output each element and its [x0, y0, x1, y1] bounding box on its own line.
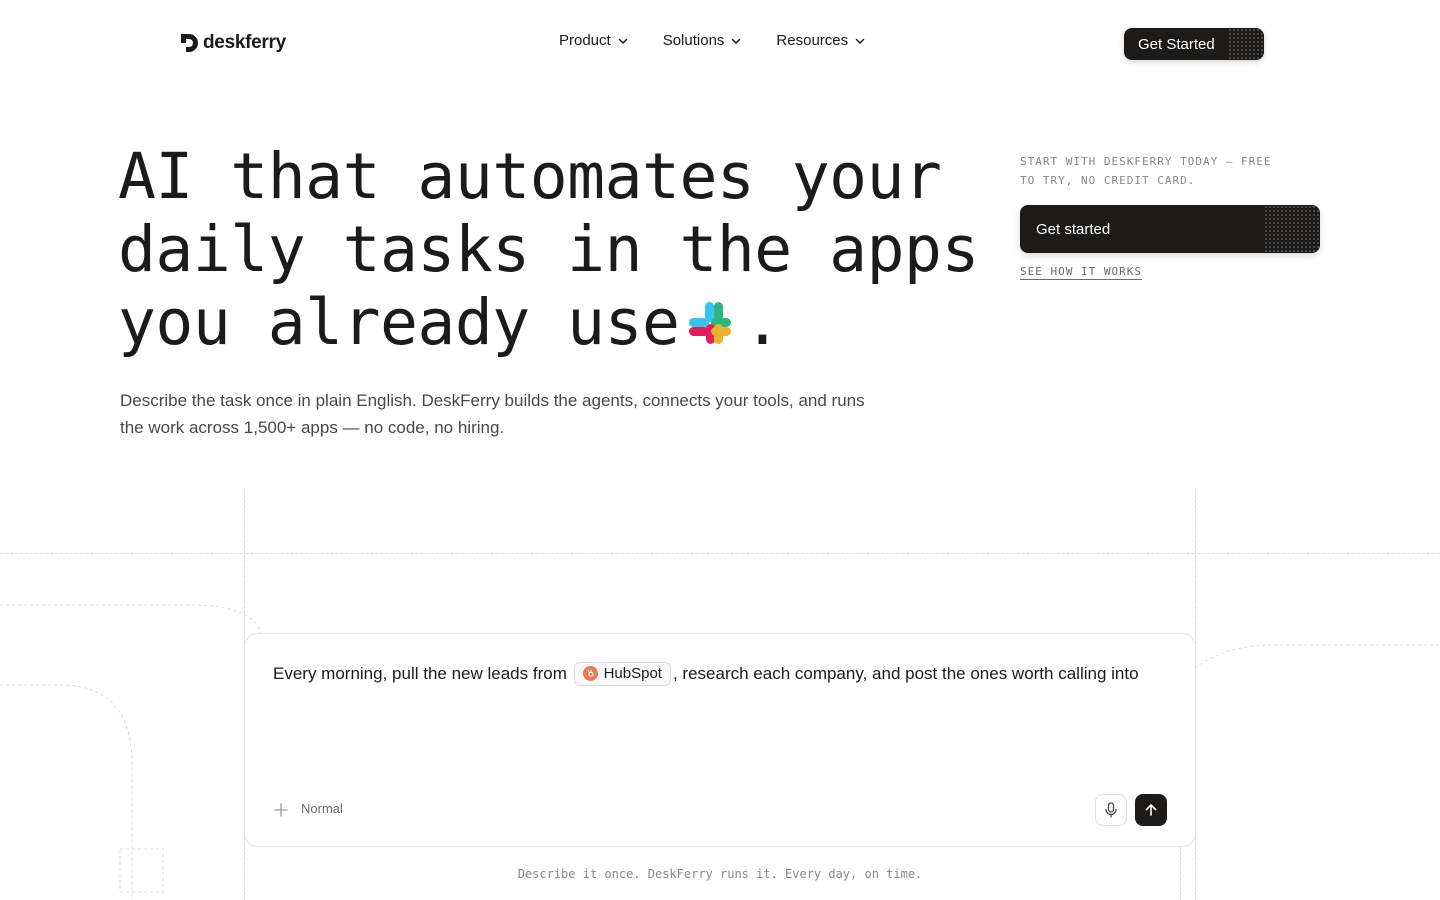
chevron-down-icon — [732, 38, 741, 44]
brand-logo[interactable]: deskferry — [180, 32, 286, 54]
prompt-footnote: Describe it once. DeskFerry runs it. Eve… — [517, 867, 923, 881]
dot-pattern — [1228, 28, 1264, 60]
nav-item-label: Solutions — [662, 32, 725, 49]
nav-item-label: Resources — [776, 32, 849, 49]
mode-selector[interactable]: Normal — [301, 801, 343, 816]
brand-name: deskferry — [203, 32, 286, 53]
prompt-text-before: Every morning, pull the new leads from — [273, 664, 567, 683]
slack-icon — [689, 302, 732, 344]
hubspot-chip[interactable]: HubSpot — [573, 661, 671, 686]
task-prompt-box[interactable]: Every morning, pull the new leads from H… — [244, 633, 1196, 847]
nav-item-label: Product — [559, 32, 611, 49]
nav-item-solutions[interactable]: Solutions — [663, 32, 743, 49]
chip-label: HubSpot — [603, 664, 662, 682]
plus-icon[interactable] — [273, 802, 289, 818]
microphone-button[interactable] — [1095, 794, 1127, 826]
headline-line-2: in the apps — [529, 213, 979, 286]
headline-period: . — [743, 286, 781, 359]
prompt-toolbar: Normal — [273, 794, 1167, 826]
button-label: Get started — [1036, 220, 1111, 238]
chevron-down-icon — [855, 38, 865, 44]
microphone-icon — [1105, 802, 1117, 818]
get-started-nav-button[interactable]: Get Started — [1124, 28, 1264, 60]
headline-line-1: AI that automates your — [118, 140, 942, 213]
see-how-it-works-link[interactable]: SEE HOW IT WORKS — [1020, 265, 1142, 278]
dot-pattern — [1264, 205, 1320, 253]
arrow-up-icon — [1145, 804, 1157, 816]
cta-note: START WITH DESKFERRY TODAY — FREE TO TRY… — [1020, 155, 1272, 187]
send-button[interactable] — [1135, 794, 1167, 826]
hero-headline: AI that automates your daily tasks in th… — [114, 140, 998, 359]
chevron-down-icon — [618, 38, 627, 44]
get-started-button[interactable]: Get started — [1020, 205, 1320, 253]
headline-line-3: you already use — [118, 286, 680, 359]
deskferry-logo-icon — [181, 34, 198, 52]
prompt-text-after: , research each company, and post the on… — [672, 664, 1139, 683]
prompt-text[interactable]: Every morning, pull the new leads from H… — [273, 656, 1163, 692]
hero-subhead: Describe the task once in plain English.… — [120, 391, 865, 437]
hubspot-icon — [582, 666, 598, 681]
nav-item-product[interactable]: Product — [559, 32, 629, 49]
nav-menu: Product Solutions Resources — [559, 32, 866, 49]
nav-item-resources[interactable]: Resources — [776, 32, 866, 49]
headline-highlight: daily tasks — [114, 213, 536, 286]
top-nav: deskferry Product Solutions Resources Ge… — [0, 0, 1440, 88]
button-label: Get Started — [1138, 35, 1215, 53]
